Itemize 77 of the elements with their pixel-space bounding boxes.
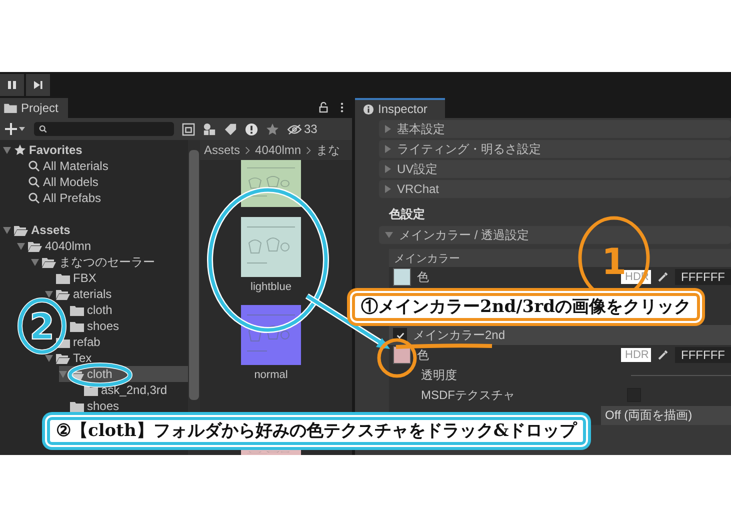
create-button[interactable]: [4, 123, 26, 135]
foldout-header[interactable]: 基本設定: [379, 120, 731, 138]
chevron-icon: [245, 146, 250, 154]
step-button[interactable]: [26, 74, 50, 96]
more-options-icon[interactable]: [340, 102, 344, 113]
property-label: 色: [417, 346, 429, 364]
info-icon: [363, 104, 374, 114]
tree-item[interactable]: All Materials: [17, 158, 188, 174]
search-icon: [28, 192, 40, 204]
open-folder-icon: [42, 256, 56, 268]
step-icon: [33, 80, 43, 90]
texture-slot[interactable]: [393, 268, 411, 286]
foldout-header[interactable]: UV設定: [379, 160, 731, 178]
panel-title: メインカラー: [394, 252, 460, 266]
foldout-header[interactable]: メインカラー / 透過設定: [379, 226, 731, 244]
foldout-header[interactable]: VRChat: [379, 180, 731, 198]
search-icon: [28, 160, 40, 172]
open-folder-icon: [28, 240, 42, 252]
inspector-tab[interactable]: Inspector: [355, 98, 445, 118]
hand-drawn-circle: [18, 298, 66, 354]
search-icon: [28, 176, 40, 188]
folder-icon: [70, 304, 84, 316]
warning-icon[interactable]: [245, 122, 258, 136]
checkmark-icon: [396, 330, 404, 340]
eyedropper-icon[interactable]: [657, 271, 669, 283]
folder-icon: [56, 272, 70, 284]
tree-item[interactable]: aterials: [45, 286, 188, 302]
folder-icon: [4, 103, 17, 113]
chevron-icon: [306, 146, 312, 154]
shapes-icon[interactable]: [203, 122, 216, 136]
section-title: 色設定: [388, 206, 426, 223]
breadcrumb-item[interactable]: Assets: [204, 143, 240, 157]
tree-item[interactable]: shoes: [59, 318, 188, 334]
asset-label: normal: [254, 369, 288, 383]
tree-item[interactable]: cloth: [59, 302, 188, 318]
foldout-header[interactable]: ライティング・明るさ設定: [379, 140, 731, 158]
tree-item[interactable]: Assets: [3, 222, 188, 238]
tree-item[interactable]: All Prefabs: [17, 190, 188, 206]
window-icon[interactable]: [182, 122, 195, 136]
folder-icon: [70, 400, 84, 412]
hidden-count-button[interactable]: 33: [287, 122, 318, 136]
star-icon[interactable]: [266, 122, 279, 136]
hand-drawn-circle: [377, 338, 417, 378]
step-number: 2: [29, 307, 55, 348]
tree-item[interactable]: 4040lmn: [17, 238, 188, 254]
texture-thumbnail[interactable]: [241, 217, 301, 277]
search-field[interactable]: [34, 122, 174, 136]
hex-field[interactable]: FFFFFF: [675, 269, 731, 285]
asset-label: lightblue: [250, 281, 292, 295]
folder-icon: [70, 320, 84, 332]
eyedropper-icon[interactable]: [657, 349, 669, 361]
tree-item[interactable]: まなつのセーラー: [31, 254, 188, 270]
project-tab[interactable]: Project: [0, 98, 68, 118]
property-label: MSDFテクスチャ: [420, 386, 515, 404]
property-label: 透明度: [420, 366, 457, 384]
breadcrumb-item[interactable]: 4040lmn: [255, 143, 302, 157]
tree-item[interactable]: Favorites: [3, 142, 188, 158]
tree-item[interactable]: FBX: [45, 270, 188, 286]
dropdown[interactable]: Off (両面を描画): [601, 406, 731, 424]
breadcrumb-item[interactable]: まな: [316, 142, 340, 158]
star-icon: [14, 144, 26, 156]
pause-button[interactable]: [0, 74, 24, 96]
property-label: メインカラー2nd: [413, 326, 506, 344]
tree-item[interactable]: ask_2nd,3rd: [73, 382, 188, 398]
lock-icon[interactable]: [319, 102, 328, 113]
tag-icon[interactable]: [224, 122, 237, 136]
hex-field[interactable]: FFFFFF: [675, 347, 731, 363]
open-folder-icon: [56, 352, 70, 364]
search-icon: [39, 125, 47, 133]
property-label: 色: [417, 268, 429, 286]
tree-item[interactable]: shoes: [59, 398, 188, 414]
pause-icon: [7, 80, 17, 90]
open-folder-icon: [14, 224, 28, 236]
open-folder-icon: [70, 368, 84, 380]
open-folder-icon: [56, 288, 70, 300]
tree-item[interactable]: All Models: [17, 174, 188, 190]
eye-slash-icon: [287, 124, 302, 134]
